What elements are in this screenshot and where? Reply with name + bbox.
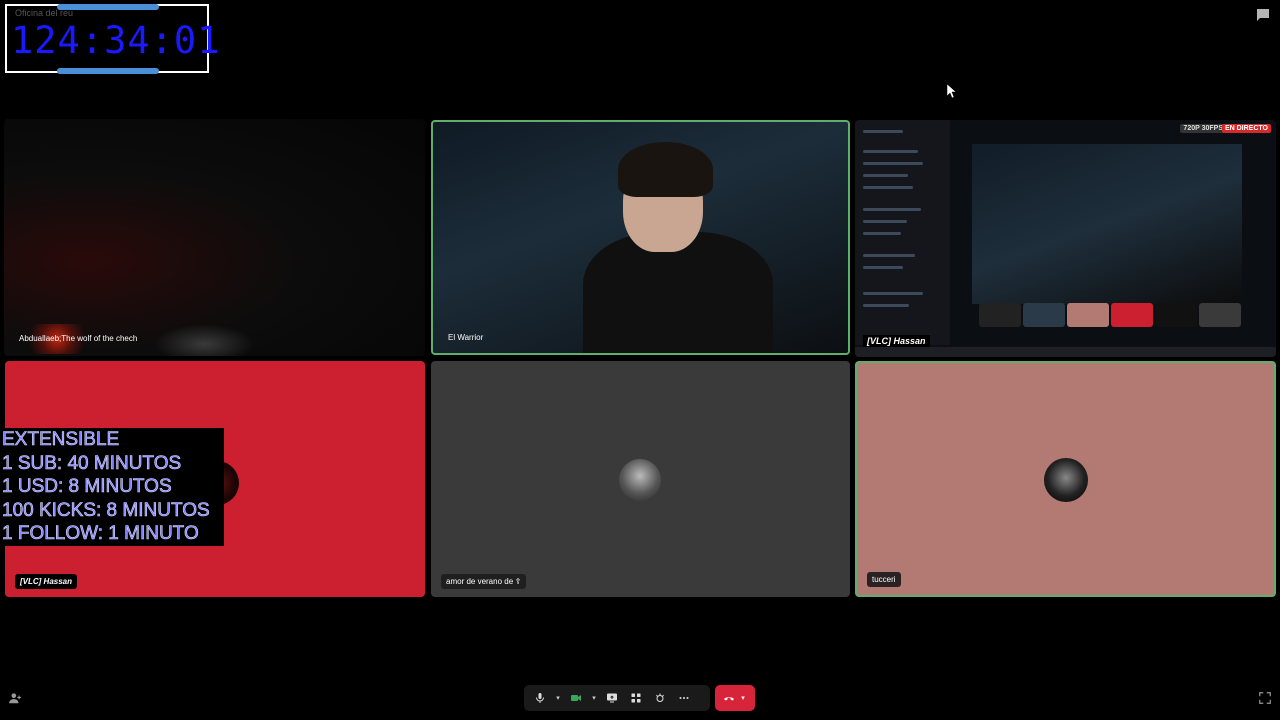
- more-button[interactable]: [674, 688, 694, 708]
- mic-button[interactable]: [530, 688, 550, 708]
- mic-options-caret[interactable]: ▾: [554, 694, 562, 702]
- participant-name: Abduallaeb;The wolf of the chech: [19, 334, 138, 343]
- sidebar-line: [863, 186, 913, 189]
- channel-name: Oficina del reu: [15, 8, 74, 18]
- mouse-cursor-icon: [947, 84, 957, 98]
- camera-icon: [571, 695, 581, 701]
- sidebar-line: [863, 208, 921, 211]
- avatar: [619, 459, 661, 501]
- video-person-hair: [618, 142, 713, 197]
- sidebar-line: [863, 292, 923, 295]
- overlay-line: 1 USD: 8 MINUTOS: [2, 476, 172, 498]
- avatar: [1044, 458, 1088, 502]
- timer-bar-bottom: [57, 68, 159, 74]
- camera-button[interactable]: [566, 688, 586, 708]
- shared-sidebar: [855, 120, 950, 345]
- activities-icon: [631, 693, 641, 703]
- thumb: [1111, 303, 1153, 327]
- sidebar-line: [863, 232, 901, 235]
- invite-icon[interactable]: [8, 691, 22, 705]
- overlay-line: EXTENSIBLE: [2, 429, 120, 451]
- call-controls: ▾ ▾: [524, 685, 710, 711]
- live-badge: EN DIRECTO: [1221, 124, 1271, 133]
- thumb: [1199, 303, 1241, 327]
- mic-icon: [536, 693, 544, 703]
- screen-share-tile[interactable]: 720P 30FPS EN DIRECTO [VLC] Hassan: [855, 120, 1276, 357]
- overlay-line: 1 FOLLOW: 1 MINUTO: [2, 523, 199, 545]
- timer-value: 124:34:01: [11, 19, 221, 62]
- hang-up-icon: [724, 697, 734, 701]
- sidebar-line: [863, 220, 907, 223]
- screen-share-icon: [607, 693, 617, 703]
- thumb: [1155, 303, 1197, 327]
- overlay-line: 1 SUB: 40 MINUTOS: [2, 452, 182, 474]
- overlay-line: 100 KICKS: 8 MINUTOS: [2, 499, 210, 521]
- sidebar-line: [863, 130, 903, 133]
- video-figure: [154, 324, 254, 356]
- shared-video: [972, 144, 1242, 304]
- soundboard-button[interactable]: [650, 688, 670, 708]
- subathon-rules-overlay: EXTENSIBLE 1 SUB: 40 MINUTOS 1 USD: 8 MI…: [0, 428, 224, 546]
- hang-up-button[interactable]: ▾: [715, 685, 755, 711]
- participant-name: tucceri: [867, 572, 901, 587]
- thumb: [979, 303, 1021, 327]
- screen-share-button[interactable]: [602, 688, 622, 708]
- shared-username: [VLC] Hassan: [863, 335, 930, 347]
- activities-button[interactable]: [626, 688, 646, 708]
- resolution-badge: 720P 30FPS: [1180, 124, 1226, 133]
- sidebar-line: [863, 304, 909, 307]
- participant-name: El Warrior: [448, 333, 484, 342]
- sidebar-line: [863, 266, 903, 269]
- thumb: [1023, 303, 1065, 327]
- participant-tile-1[interactable]: Abduallaeb;The wolf of the chech: [4, 119, 425, 356]
- shared-taskbar: [855, 347, 1276, 357]
- participant-tile-5[interactable]: amor de verano de ☦: [431, 361, 850, 597]
- sidebar-line: [863, 174, 908, 177]
- fullscreen-icon[interactable]: [1258, 691, 1272, 705]
- participant-tile-6[interactable]: tucceri: [855, 361, 1276, 597]
- chat-icon[interactable]: [1254, 6, 1272, 24]
- participant-name: [VLC] Hassan: [15, 574, 78, 589]
- camera-options-caret[interactable]: ▾: [590, 694, 598, 702]
- more-icon: [679, 697, 689, 699]
- sidebar-line: [863, 254, 915, 257]
- hang-up-options-caret[interactable]: ▾: [739, 694, 747, 702]
- participant-name: amor de verano de ☦: [441, 574, 526, 589]
- soundboard-icon: [656, 693, 664, 702]
- sidebar-line: [863, 150, 918, 153]
- thumb: [1067, 303, 1109, 327]
- stream-timer: Oficina del reu 124:34:01: [5, 4, 219, 74]
- participant-tile-2[interactable]: El Warrior: [431, 120, 850, 355]
- sidebar-line: [863, 162, 923, 165]
